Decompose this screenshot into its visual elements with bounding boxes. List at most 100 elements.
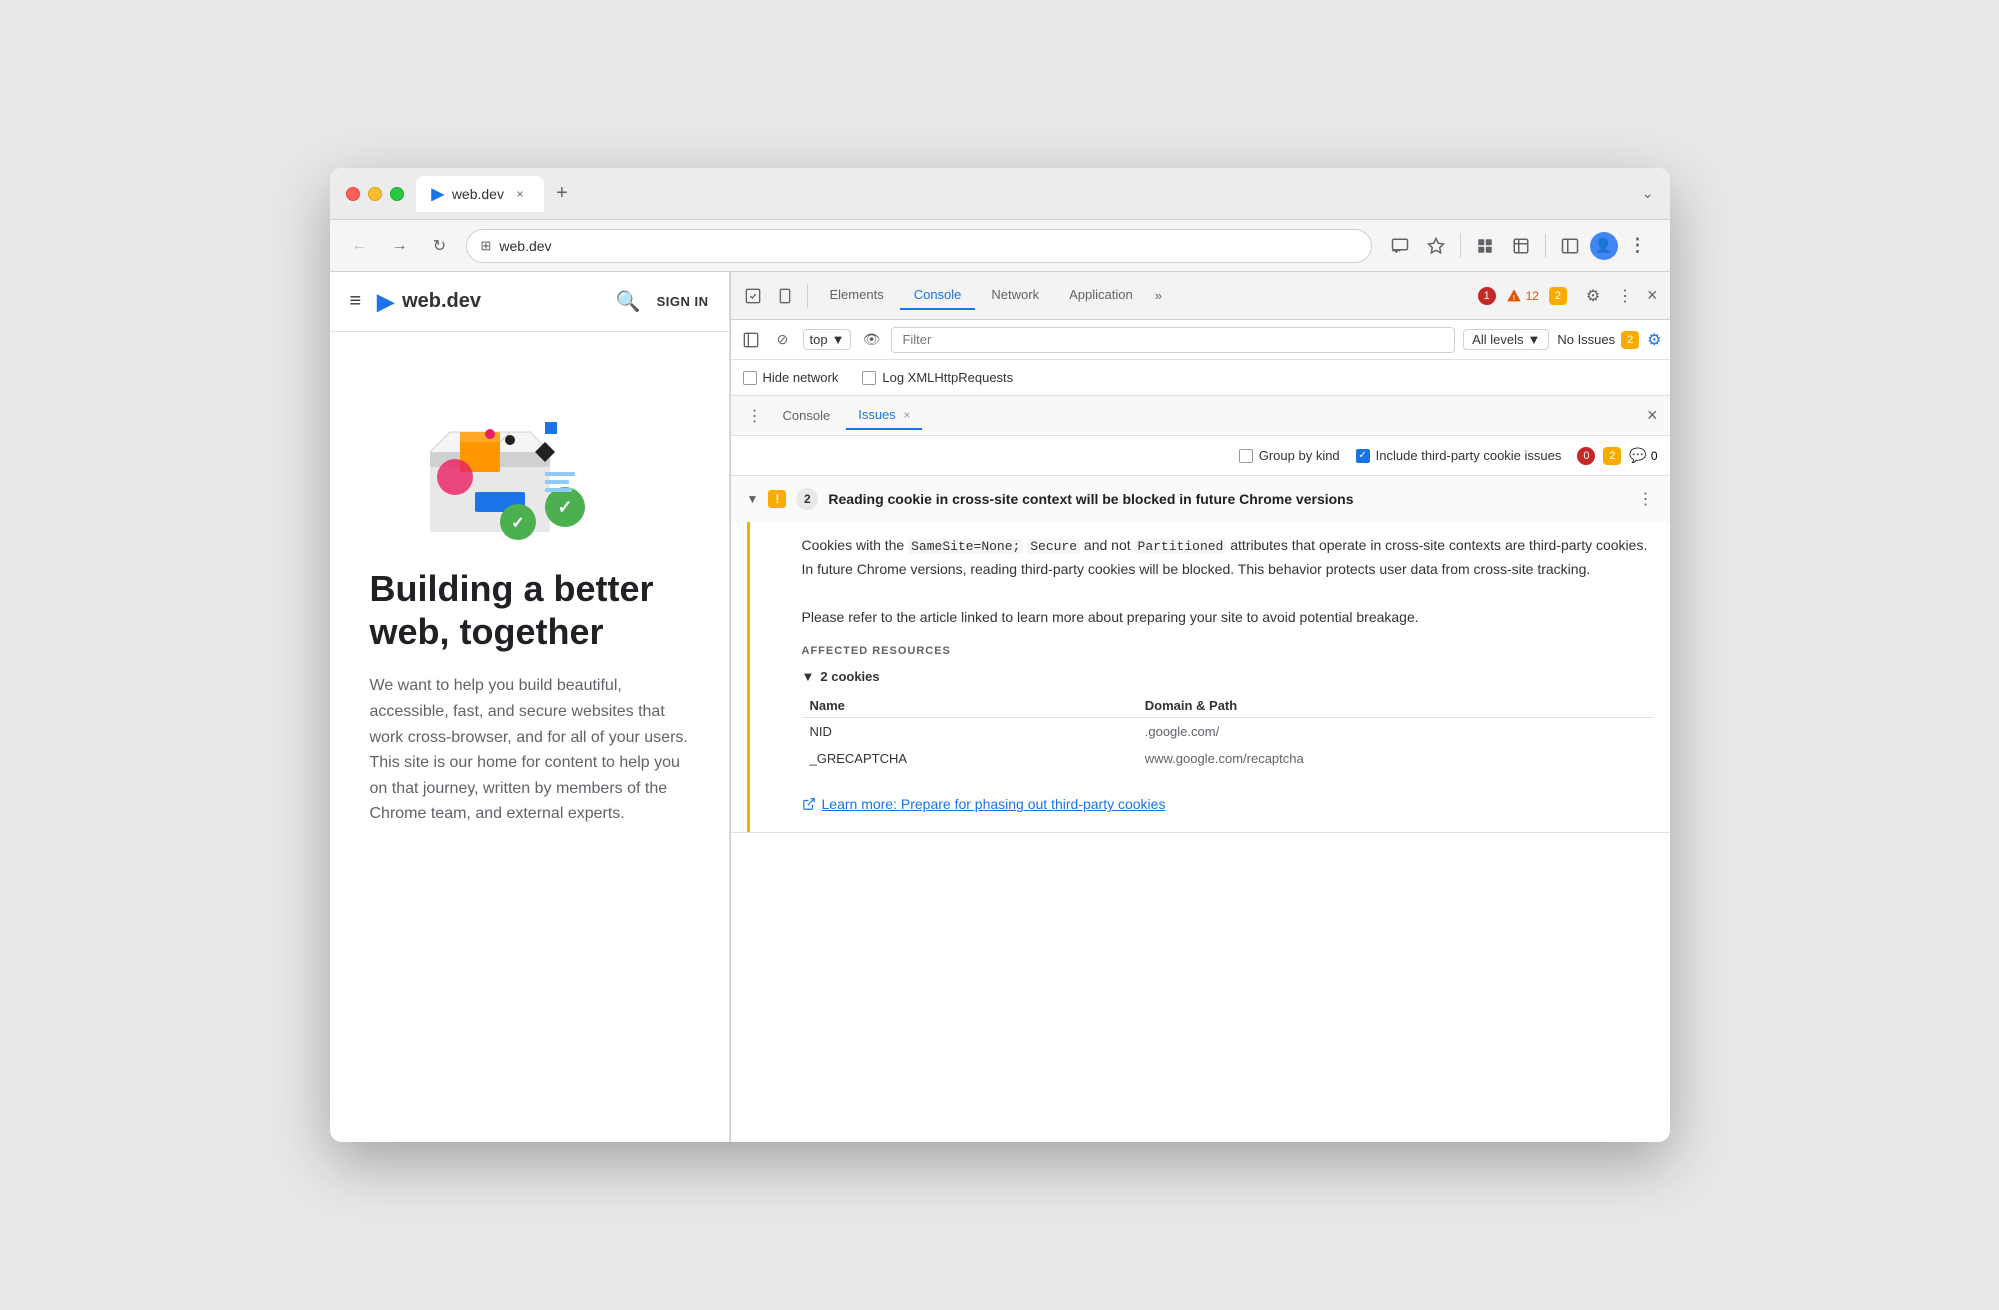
tab-application[interactable]: Application — [1055, 281, 1147, 310]
devtools-panel: Elements Console Network Application » 1… — [730, 272, 1670, 1142]
error-badge-circle: 1 — [1478, 287, 1496, 305]
include-third-party-option[interactable]: ✓ Include third-party cookie issues — [1356, 448, 1562, 463]
devtools-close-button[interactable]: × — [1643, 281, 1662, 310]
code-secure: Secure — [1027, 539, 1080, 554]
devtools-extension-button[interactable] — [1505, 230, 1537, 262]
issues-options-row: Group by kind ✓ Include third-party cook… — [731, 436, 1670, 476]
toggle-sidebar-button[interactable] — [1554, 230, 1586, 262]
cookies-tree-header[interactable]: ▼ 2 cookies — [802, 669, 1654, 684]
title-bar: ▶ web.dev × + ⌄ — [330, 168, 1670, 220]
console-toolbar: ⊘ top ▼ 👁 All levels ▼ No Issues 2 ⚙ — [731, 320, 1670, 360]
tab-elements[interactable]: Elements — [816, 281, 898, 310]
code-samesite: SameSite=None; — [908, 539, 1023, 554]
tab-close-button[interactable]: × — [512, 186, 528, 202]
issue-title: Reading cookie in cross-site context wil… — [828, 491, 1627, 507]
device-toolbar-button[interactable] — [771, 282, 799, 310]
window-chevron[interactable]: ⌄ — [1642, 185, 1654, 202]
external-link-icon — [802, 797, 816, 811]
nav-separator2 — [1545, 234, 1546, 258]
hide-network-checkbox-item[interactable]: Hide network — [743, 370, 839, 385]
tab-console[interactable]: Console — [900, 281, 976, 310]
cast-button[interactable] — [1384, 230, 1416, 262]
levels-arrow-icon: ▼ — [1527, 332, 1540, 347]
nav-icons-right: 👤 ⋮ — [1384, 230, 1654, 262]
subtabs-close-button[interactable]: × — [1647, 405, 1658, 426]
site-logo-icon: ▶ — [377, 289, 394, 315]
levels-label: All levels — [1472, 332, 1523, 347]
log-xmlhttp-label: Log XMLHttpRequests — [882, 370, 1013, 385]
group-by-kind-checkbox[interactable] — [1239, 449, 1253, 463]
issue-body: Cookies with the SameSite=None; Secure a… — [747, 522, 1670, 832]
more-tabs-button[interactable]: » — [1149, 284, 1168, 307]
nav-bar: ← → ↻ ⊞ web.dev 👤 ⋮ — [330, 220, 1670, 272]
filter-input[interactable] — [891, 327, 1455, 353]
sidebar-toggle-button[interactable] — [739, 328, 763, 352]
new-tab-button[interactable]: + — [548, 178, 576, 209]
issues-topbar-badge[interactable]: 2 — [1549, 287, 1567, 305]
extension1-button[interactable] — [1469, 230, 1501, 262]
site-search-button[interactable]: 🔍 — [616, 289, 641, 314]
warning-badge[interactable]: ! 12 — [1506, 288, 1539, 304]
tab-bar: ▶ web.dev × + — [416, 176, 1630, 212]
context-selector[interactable]: top ▼ — [803, 329, 852, 350]
svg-text:!: ! — [1512, 293, 1514, 302]
cookie-row-grecaptcha[interactable]: _GRECAPTCHA www.google.com/recaptcha — [802, 745, 1654, 772]
log-xmlhttp-checkbox-item[interactable]: Log XMLHttpRequests — [862, 370, 1013, 385]
clear-console-button[interactable]: ⊘ — [771, 328, 795, 352]
issues-badge-circle: 2 — [1549, 287, 1567, 305]
subtabs-options-button[interactable]: ⋮ — [743, 404, 767, 428]
eye-filter-button[interactable]: 👁 — [859, 328, 883, 352]
menu-button[interactable]: ⋮ — [1622, 230, 1654, 262]
address-bar[interactable]: ⊞ web.dev — [466, 229, 1372, 263]
issues-badge-yellow: 2 — [1621, 331, 1639, 349]
bookmark-button[interactable] — [1420, 230, 1452, 262]
cookie-row-nid[interactable]: NID .google.com/ — [802, 718, 1654, 746]
back-button[interactable]: ← — [346, 232, 374, 260]
hide-network-checkbox[interactable] — [743, 371, 757, 385]
include-third-party-checkbox[interactable]: ✓ — [1356, 449, 1370, 463]
group-by-kind-option[interactable]: Group by kind — [1239, 448, 1340, 463]
svg-text:✓: ✓ — [511, 515, 524, 532]
hamburger-icon[interactable]: ≡ — [350, 290, 362, 313]
tab-network[interactable]: Network — [977, 281, 1053, 310]
site-nav: ≡ ▶ web.dev 🔍 SIGN IN — [330, 272, 729, 332]
affected-resources-label: AFFECTED RESOURCES — [802, 645, 1654, 657]
issue-description: Cookies with the SameSite=None; Secure a… — [802, 522, 1654, 629]
reload-button[interactable]: ↻ — [426, 232, 454, 260]
devtools-settings-button[interactable]: ⚙ — [1579, 282, 1607, 310]
levels-selector[interactable]: All levels ▼ — [1463, 329, 1549, 350]
minimize-traffic-light[interactable] — [368, 187, 382, 201]
issues-subtab[interactable]: Issues × — [846, 401, 922, 430]
profile-button[interactable]: 👤 — [1590, 232, 1618, 260]
issue-menu-button[interactable]: ⋮ — [1638, 489, 1654, 509]
browser-window: ▶ web.dev × + ⌄ ← → ↻ ⊞ web.dev — [330, 168, 1670, 1142]
subtabs-row: ⋮ Console Issues × × — [731, 396, 1670, 436]
col-domain-header: Domain & Path — [1137, 694, 1654, 718]
error-badge[interactable]: 1 — [1478, 287, 1496, 305]
issue-item: ▼ ! 2 Reading cookie in cross-site conte… — [731, 476, 1670, 833]
learn-more-link[interactable]: Learn more: Prepare for phasing out thir… — [802, 788, 1654, 812]
issues-gear-button[interactable]: ⚙ — [1647, 330, 1661, 350]
site-logo[interactable]: ▶ web.dev — [377, 289, 481, 315]
issues-subtab-close[interactable]: × — [903, 408, 910, 422]
site-logo-text: web.dev — [402, 290, 481, 313]
main-area: ≡ ▶ web.dev 🔍 SIGN IN — [330, 272, 1670, 1142]
no-issues-badge[interactable]: No Issues 2 — [1557, 331, 1639, 349]
console-subtab[interactable]: Console — [771, 402, 843, 429]
warning-icon: ! — [1506, 288, 1522, 304]
site-signin-button[interactable]: SIGN IN — [657, 294, 709, 309]
topbar-separator — [807, 284, 808, 308]
devtools-more-button[interactable]: ⋮ — [1611, 282, 1639, 310]
maximize-traffic-light[interactable] — [390, 187, 404, 201]
close-traffic-light[interactable] — [346, 187, 360, 201]
hero-illustration: ✓ ✓ — [370, 362, 650, 562]
issue-header[interactable]: ▼ ! 2 Reading cookie in cross-site conte… — [731, 476, 1670, 522]
forward-button[interactable]: → — [386, 232, 414, 260]
code-partitioned: Partitioned — [1135, 539, 1227, 554]
active-tab[interactable]: ▶ web.dev × — [416, 176, 544, 212]
log-xmlhttp-checkbox[interactable] — [862, 371, 876, 385]
address-icon: ⊞ — [481, 238, 492, 254]
nav-separator — [1460, 234, 1461, 258]
issue-count-badge: 2 — [796, 488, 818, 510]
inspect-element-button[interactable] — [739, 282, 767, 310]
